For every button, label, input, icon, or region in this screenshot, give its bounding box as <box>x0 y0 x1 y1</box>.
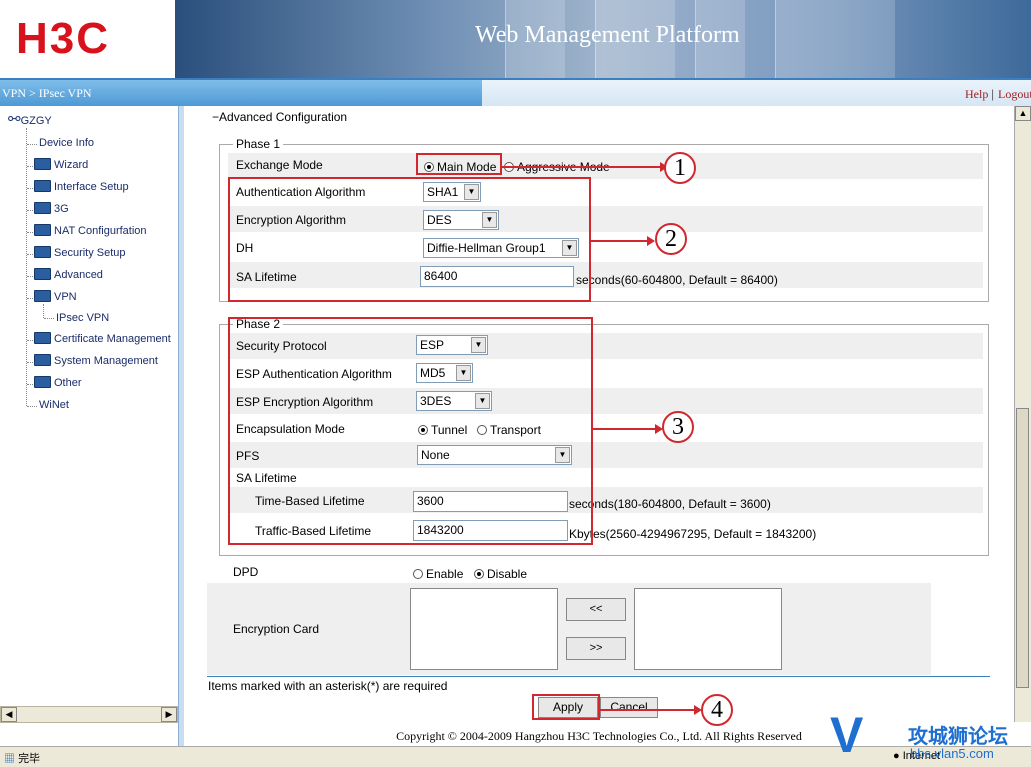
sidebar-root-label: GZGY <box>20 115 52 127</box>
dpd-disable-radio[interactable]: Disable <box>474 567 527 581</box>
folder-icon <box>34 290 51 302</box>
dpd-enable-radio[interactable]: Enable <box>413 567 463 581</box>
watermark-text: 攻城狮论坛 <box>908 726 1008 748</box>
exchange-mode-label: Exchange Mode <box>236 158 323 172</box>
annotation-box-2 <box>228 177 591 302</box>
breadcrumb: VPN > IPsec VPN <box>2 86 92 100</box>
v5-logo-icon: V <box>830 707 864 763</box>
time-lifetime-hint: seconds(180-604800, Default = 3600) <box>569 497 771 511</box>
callout-1: 1 <box>664 152 696 184</box>
scroll-up-icon[interactable]: ▲ <box>1015 106 1031 121</box>
scrollbar-thumb[interactable] <box>1016 408 1029 688</box>
sidebar-item-3g[interactable]: 3G <box>34 202 69 215</box>
sidebar-item-interface-setup[interactable]: Interface Setup <box>34 180 129 193</box>
callout-3: 3 <box>662 411 694 443</box>
required-note: Items marked with an asterisk(*) are req… <box>208 679 448 693</box>
annotation-box-1 <box>416 153 502 175</box>
callout-4: 4 <box>701 694 733 726</box>
logout-link[interactable]: Logout <box>998 87 1031 102</box>
phase1-legend: Phase 1 <box>233 137 284 151</box>
sidebar-item-winet[interactable]: WiNet <box>39 399 69 411</box>
users-icon: ⚯ <box>8 111 21 128</box>
folder-icon <box>34 224 51 236</box>
sidebar-item-other[interactable]: Other <box>34 376 82 389</box>
collapse-icon[interactable]: − <box>212 110 219 124</box>
sidebar-item-certificate-management[interactable]: Certificate Management <box>34 332 171 345</box>
annotation-arrow-3 <box>593 424 663 434</box>
folder-icon <box>34 180 51 192</box>
page-status: ▦ 完毕 <box>4 753 41 765</box>
sidebar: ⚯GZGY Device Info Wizard Interface Setup… <box>0 106 178 746</box>
folder-icon <box>34 158 51 170</box>
sidebar-item-device-info[interactable]: Device Info <box>39 137 94 149</box>
annotation-arrow-4 <box>600 705 702 715</box>
sidebar-root[interactable]: ⚯GZGY <box>8 110 52 128</box>
platform-title: Web Management Platform <box>475 22 740 48</box>
traffic-lifetime-hint: Kbytes(2560-4294967295, Default = 184320… <box>569 527 817 541</box>
annotation-arrow-2 <box>591 236 655 246</box>
folder-icon <box>34 332 51 344</box>
sidebar-item-advanced[interactable]: Advanced <box>34 268 103 281</box>
folder-icon <box>34 376 51 388</box>
encryption-card-available-list[interactable] <box>634 588 782 670</box>
folder-icon <box>34 268 51 280</box>
sidebar-item-vpn[interactable]: VPN <box>34 290 77 303</box>
sa-lifetime-hint: seconds(60-604800, Default = 86400) <box>576 273 778 287</box>
folder-icon <box>34 354 51 366</box>
annotation-box-4 <box>532 694 600 720</box>
radio-checked-icon <box>474 569 484 579</box>
sidebar-item-security-setup[interactable]: Security Setup <box>34 246 126 259</box>
help-link[interactable]: Help <box>965 87 988 102</box>
h3c-logo: H3C <box>0 0 175 78</box>
ie-page-icon: ▦ <box>4 753 15 765</box>
sidebar-item-ipsec-vpn[interactable]: IPsec VPN <box>56 312 109 324</box>
callout-2: 2 <box>655 223 687 255</box>
sidebar-item-nat[interactable]: NAT Configurfation <box>34 224 147 237</box>
divider <box>207 676 990 677</box>
encryption-card-selected-list[interactable] <box>410 588 558 670</box>
scroll-left-icon[interactable]: ◀ <box>1 707 17 722</box>
cancel-button[interactable]: Cancel <box>600 697 658 718</box>
watermark-url: bbs.vlan5.com <box>910 746 994 761</box>
remove-card-button[interactable]: >> <box>566 637 626 660</box>
advanced-config-heading[interactable]: −Advanced Configuration <box>212 110 347 124</box>
annotation-box-3 <box>228 317 593 545</box>
sidebar-horizontal-scrollbar[interactable]: ◀ ▶ <box>0 706 178 723</box>
sidebar-item-system-management[interactable]: System Management <box>34 354 158 367</box>
logo-text: H3C <box>16 14 111 63</box>
banner: Web Management Platform <box>175 0 1031 78</box>
scroll-right-icon[interactable]: ▶ <box>161 707 177 722</box>
header: H3C Web Management Platform <box>0 0 1031 78</box>
dpd-label: DPD <box>233 565 259 579</box>
add-card-button[interactable]: << <box>566 598 626 621</box>
encryption-card-label: Encryption Card <box>233 622 320 636</box>
radio-unchecked-icon <box>413 569 423 579</box>
folder-icon <box>34 246 51 258</box>
annotation-arrow-1 <box>502 162 668 172</box>
watermark: V 攻城狮论坛 bbs.vlan5.com <box>830 706 1031 766</box>
folder-icon <box>34 202 51 214</box>
sidebar-item-wizard[interactable]: Wizard <box>34 158 88 171</box>
